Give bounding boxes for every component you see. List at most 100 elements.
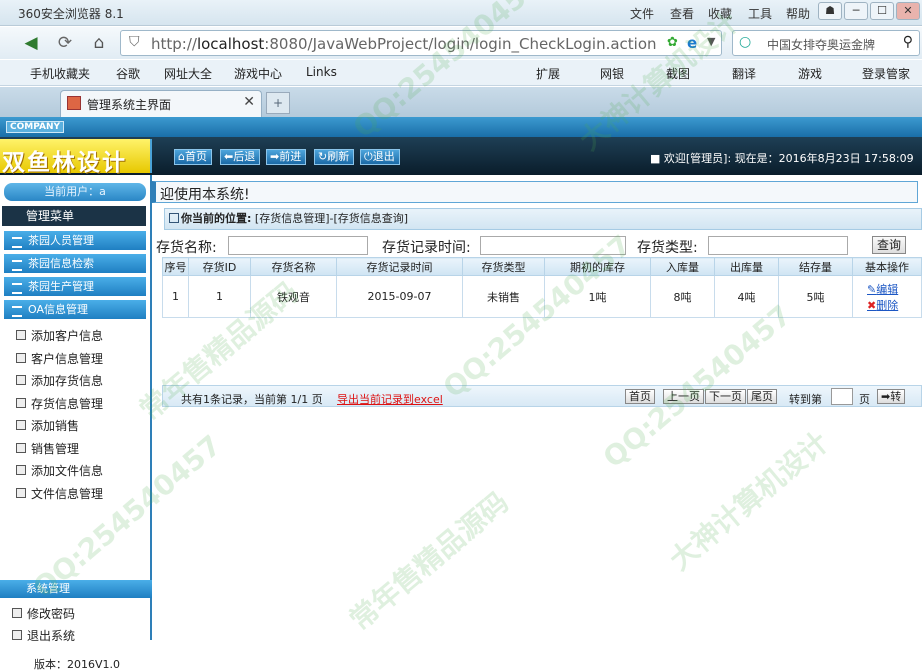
- cell-balance: 5吨: [778, 275, 853, 318]
- menu-sale-manage[interactable]: 销售管理: [16, 440, 79, 457]
- menu-tools[interactable]: 工具: [748, 5, 772, 22]
- tab-close-icon[interactable]: ✕: [243, 94, 255, 110]
- welcome-info: ■ 欢迎[管理员]: 现在是：2016年8月23日 17:58:09: [650, 152, 914, 165]
- goto-label: 转到第: [789, 393, 822, 406]
- cell-id: 1: [188, 275, 251, 318]
- type-input[interactable]: [708, 236, 848, 255]
- tab-main[interactable]: 管理系统主界面 ✕: [60, 90, 262, 117]
- address-bar[interactable]: ⛉ http://localhost:8080/JavaWebProject/l…: [120, 30, 722, 56]
- cell-in: 8吨: [650, 275, 715, 318]
- tool-games[interactable]: 游戏: [798, 65, 822, 82]
- time-input[interactable]: [480, 236, 626, 255]
- menu-change-password[interactable]: 修改密码: [12, 605, 75, 622]
- menu-add-file[interactable]: 添加文件信息: [16, 462, 103, 479]
- name-input[interactable]: [228, 236, 368, 255]
- col-balance: 结存量: [778, 257, 853, 276]
- web-page: COMPANY 双鱼林设计 ⌂首页 ⬅后退 ➡前进 ↻刷新 ⏻退出 ■ 欢迎[管…: [0, 117, 922, 671]
- bookmarks-bar: 手机收藏夹 谷歌 网址大全 游戏中心 Links 扩展 网银 截图 翻译 游戏 …: [0, 60, 922, 86]
- app-header: 双鱼林设计 ⌂首页 ⬅后退 ➡前进 ↻刷新 ⏻退出 ■ 欢迎[管理员]: 现在是…: [0, 137, 922, 176]
- home-icon[interactable]: ⌂: [86, 31, 112, 55]
- menu-help[interactable]: 帮助: [786, 5, 810, 22]
- current-user: 当前用户：a: [4, 183, 146, 201]
- last-page-button[interactable]: 尾页: [747, 389, 777, 404]
- shield-icon: ⛉: [129, 34, 140, 50]
- edit-link[interactable]: ✎编辑: [853, 281, 921, 297]
- group-oa[interactable]: OA信息管理: [4, 300, 146, 319]
- menu-exit[interactable]: 退出系统: [12, 627, 75, 644]
- group-staff[interactable]: 茶园人员管理: [4, 231, 146, 250]
- bookmark-games[interactable]: 游戏中心: [234, 65, 282, 82]
- skin-icon[interactable]: ☗: [818, 2, 842, 20]
- close-icon[interactable]: ✕: [896, 2, 920, 20]
- tool-extensions[interactable]: 扩展: [536, 65, 560, 82]
- next-page-button[interactable]: 下一页: [705, 389, 746, 404]
- page-icon: [67, 96, 81, 110]
- refresh-button[interactable]: ↻刷新: [314, 149, 355, 165]
- tool-bank[interactable]: 网银: [600, 65, 624, 82]
- cell-time: 2015-09-07: [336, 275, 463, 318]
- cell-index: 1: [162, 275, 189, 318]
- maximize-icon[interactable]: ☐: [870, 2, 894, 20]
- col-time: 存货记录时间: [336, 257, 463, 276]
- tool-screenshot[interactable]: 截图: [666, 65, 690, 82]
- group-search[interactable]: 茶园信息检索: [4, 254, 146, 273]
- search-text: 中国女排夺奥运金牌: [767, 38, 876, 52]
- bookmark-sites[interactable]: 网址大全: [164, 65, 212, 82]
- search-engine-icon[interactable]: ○: [739, 34, 751, 50]
- group-production[interactable]: 茶园生产管理: [4, 277, 146, 296]
- go-button[interactable]: ➡转: [877, 389, 906, 404]
- menu-add-sale[interactable]: 添加销售: [16, 417, 79, 434]
- logout-button[interactable]: ⏻退出: [360, 149, 400, 165]
- col-in: 入库量: [650, 257, 715, 276]
- delete-link[interactable]: ✖删除: [853, 297, 921, 313]
- menu-favorites[interactable]: 收藏: [708, 5, 732, 22]
- name-label: 存货名称:: [156, 240, 217, 256]
- col-initial: 期初的库存: [544, 257, 651, 276]
- forward-button[interactable]: ➡前进: [266, 149, 307, 165]
- bookmark-mobile[interactable]: 手机收藏夹: [30, 65, 90, 82]
- browser-navbar: ◀ ⟳ ⌂ ⛉ http://localhost:8080/JavaWebPro…: [0, 27, 922, 59]
- menu-customer-manage[interactable]: 客户信息管理: [16, 350, 103, 367]
- query-button[interactable]: 查询: [872, 236, 906, 254]
- bookmark-google[interactable]: 谷歌: [116, 65, 140, 82]
- new-tab-button[interactable]: +: [266, 92, 290, 114]
- menu-file[interactable]: 文件: [630, 5, 654, 22]
- menu-add-stock[interactable]: 添加存货信息: [16, 372, 103, 389]
- cell-type: 未销售: [462, 275, 545, 318]
- bookmark-links[interactable]: Links: [306, 65, 337, 79]
- menu-stock-manage[interactable]: 存货信息管理: [16, 395, 103, 412]
- dropdown-icon[interactable]: ▼: [707, 35, 715, 48]
- menu-add-customer[interactable]: 添加客户信息: [16, 327, 103, 344]
- home-button[interactable]: ⌂首页: [174, 149, 212, 165]
- prev-page-button[interactable]: 上一页: [663, 389, 704, 404]
- export-excel-link[interactable]: 导出当前记录到excel: [337, 391, 443, 407]
- minimize-icon[interactable]: ─: [844, 2, 868, 20]
- search-box[interactable]: ○ 中国女排夺奥运金牌 ⚲: [732, 30, 920, 56]
- back-icon[interactable]: ◀: [18, 31, 44, 55]
- location-icon: [169, 213, 179, 223]
- speed-icon[interactable]: ✿: [667, 35, 678, 50]
- menu-view[interactable]: 查看: [670, 5, 694, 22]
- cell-out: 4吨: [714, 275, 779, 318]
- company-label: COMPANY: [6, 121, 64, 133]
- ie-mode-icon[interactable]: e: [687, 34, 697, 52]
- col-type: 存货类型: [462, 257, 545, 276]
- group-system[interactable]: 系统管理: [0, 580, 152, 598]
- page-label: 页: [859, 393, 870, 406]
- browser-title: 360安全浏览器 8.1: [18, 7, 124, 21]
- cell-actions: ✎编辑 ✖删除: [852, 275, 922, 318]
- time-label: 存货记录时间:: [382, 240, 471, 256]
- first-page-button[interactable]: 首页: [625, 389, 655, 404]
- tool-translate[interactable]: 翻译: [732, 65, 756, 82]
- search-icon[interactable]: ⚲: [903, 34, 913, 50]
- tool-login-manager[interactable]: 登录管家: [862, 65, 910, 82]
- page-number-input[interactable]: [831, 388, 853, 405]
- back-button[interactable]: ⬅后退: [220, 149, 261, 165]
- refresh-icon[interactable]: ⟳: [52, 31, 78, 55]
- version-label: 版本：2016V1.0: [34, 658, 121, 671]
- breadcrumb: 你当前的位置: [存货信息管理]-[存货信息查询]: [164, 208, 922, 230]
- pager: 共有1条记录，当前第 1/1 页 导出当前记录到excel 首页 上一页 下一页…: [162, 385, 922, 407]
- tab-title: 管理系统主界面: [87, 98, 172, 112]
- menu-file-manage[interactable]: 文件信息管理: [16, 485, 103, 502]
- table-row: 1 1 铁观音 2015-09-07 未销售 1吨 8吨 4吨 5吨 ✎编辑 ✖…: [162, 275, 922, 318]
